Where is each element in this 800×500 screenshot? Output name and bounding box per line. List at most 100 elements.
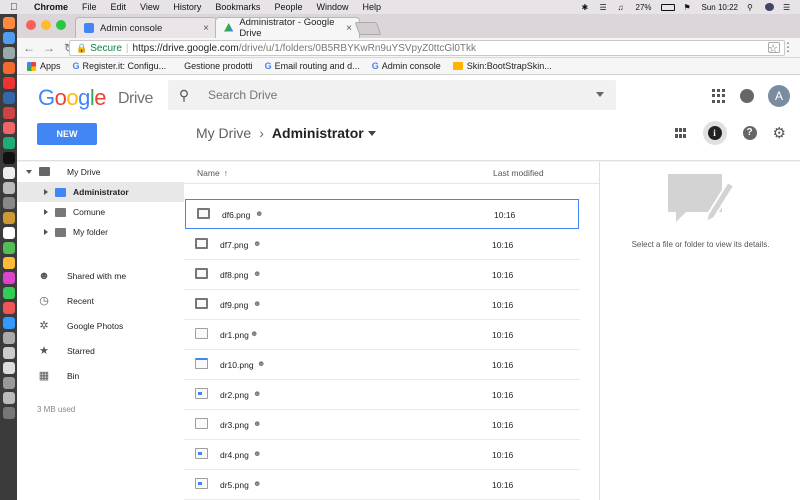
close-tab-icon[interactable]: × bbox=[203, 23, 209, 34]
dock-app-icon[interactable] bbox=[3, 182, 15, 194]
file-row[interactable]: df6.png ☻ 10:16 bbox=[185, 199, 579, 229]
sidebar-item-my-drive[interactable]: My Drive bbox=[17, 162, 184, 182]
expand-arrow-icon[interactable] bbox=[44, 209, 48, 215]
menu-app-chrome[interactable]: Chrome bbox=[34, 2, 68, 12]
tab-google-drive[interactable]: Administrator - Google Drive × bbox=[215, 17, 360, 39]
dock-app-icon[interactable] bbox=[3, 17, 15, 29]
extension-icon[interactable] bbox=[768, 42, 780, 53]
search-input[interactable] bbox=[208, 88, 578, 102]
chrome-menu-icon[interactable]: ⋮ bbox=[782, 40, 794, 54]
google-apps-icon[interactable] bbox=[712, 89, 726, 103]
dock-app-icon[interactable] bbox=[3, 107, 15, 119]
new-button[interactable]: NEW bbox=[37, 123, 97, 145]
dock-app-icon[interactable] bbox=[3, 62, 15, 74]
dock-app-icon[interactable] bbox=[3, 92, 15, 104]
spotlight-icon[interactable]: ⚲ bbox=[747, 3, 756, 12]
sidebar-item-starred[interactable]: ★ Starred bbox=[17, 341, 184, 361]
menu-view[interactable]: View bbox=[140, 2, 159, 12]
file-row[interactable]: dr3.png ☻ 10:16 bbox=[184, 410, 580, 440]
battery-icon[interactable] bbox=[660, 3, 675, 11]
sidebar-item-google-photos[interactable]: ✲ Google Photos bbox=[17, 316, 184, 336]
collapse-arrow-icon[interactable] bbox=[26, 170, 32, 174]
folder-menu-dropdown-icon[interactable] bbox=[367, 130, 376, 136]
dock-app-icon[interactable] bbox=[3, 317, 15, 329]
minimize-window-button[interactable] bbox=[41, 20, 51, 30]
breadcrumb-my-drive[interactable]: My Drive bbox=[196, 125, 251, 141]
sidebar-item-comune[interactable]: Comune bbox=[17, 202, 184, 222]
dock-app-icon[interactable] bbox=[3, 332, 15, 344]
apple-menu-icon[interactable]:  bbox=[10, 2, 20, 13]
menu-help[interactable]: Help bbox=[362, 2, 381, 12]
dock-app-icon[interactable] bbox=[3, 137, 15, 149]
dock-app-icon[interactable] bbox=[3, 257, 15, 269]
expand-arrow-icon[interactable] bbox=[44, 189, 48, 195]
address-bar[interactable]: 🔒 Secure | https://drive.google.com/driv… bbox=[69, 40, 785, 56]
close-tab-icon[interactable]: × bbox=[346, 23, 352, 34]
details-info-button[interactable]: i bbox=[702, 121, 727, 145]
tab-admin-console[interactable]: Admin console × bbox=[75, 17, 217, 38]
file-row[interactable]: df9.png ☻ 10:16 bbox=[184, 290, 580, 320]
menu-bookmarks[interactable]: Bookmarks bbox=[215, 2, 260, 12]
new-tab-button[interactable] bbox=[354, 22, 382, 35]
file-row[interactable]: dr5.png ☻ 10:16 bbox=[184, 470, 580, 500]
bluetooth-icon[interactable]: ✱ bbox=[582, 3, 591, 12]
file-row[interactable]: df8.png ☻ 10:16 bbox=[184, 260, 580, 290]
dock-app-icon[interactable] bbox=[3, 377, 15, 389]
expand-arrow-icon[interactable] bbox=[44, 229, 48, 235]
file-row[interactable]: dr2.png ☻ 10:16 bbox=[184, 380, 580, 410]
wifi-icon[interactable]: ☰ bbox=[600, 3, 609, 12]
menu-window[interactable]: Window bbox=[316, 2, 348, 12]
dock-app-icon[interactable] bbox=[3, 407, 15, 419]
file-row[interactable]: dr4.png ☻ 10:16 bbox=[184, 440, 580, 470]
sidebar-item-shared-with-me[interactable]: ☻ Shared with me bbox=[17, 266, 184, 286]
menu-edit[interactable]: Edit bbox=[111, 2, 127, 12]
storage-usage[interactable]: 3 MB used bbox=[37, 405, 75, 414]
file-row[interactable]: df7.png ☻ 10:16 bbox=[184, 230, 580, 260]
sidebar-item-recent[interactable]: ◷ Recent bbox=[17, 291, 184, 311]
dock-app-icon[interactable] bbox=[3, 302, 15, 314]
forward-arrow-icon[interactable]: → bbox=[41, 41, 57, 55]
sidebar-item-my-folder[interactable]: My folder bbox=[17, 222, 184, 242]
bookmark-admin-console[interactable]: G Admin console bbox=[372, 61, 441, 71]
breadcrumb-current-folder[interactable]: Administrator bbox=[272, 125, 364, 141]
dock-app-icon[interactable] bbox=[3, 197, 15, 209]
dock-app-icon[interactable] bbox=[3, 47, 15, 59]
sidebar-item-bin[interactable]: ▦ Bin bbox=[17, 366, 184, 386]
grid-view-icon[interactable] bbox=[674, 128, 687, 138]
clock[interactable]: Sun 10:22 bbox=[702, 3, 738, 12]
zoom-window-button[interactable] bbox=[56, 20, 66, 30]
account-avatar[interactable]: A bbox=[768, 85, 790, 107]
dock-app-icon[interactable] bbox=[3, 392, 15, 404]
back-arrow-icon[interactable]: ← bbox=[21, 41, 37, 55]
bookmark-skin-bootstrap[interactable]: Skin:BootStrapSkin... bbox=[452, 61, 552, 71]
dock-app-icon[interactable] bbox=[3, 77, 15, 89]
notifications-bell-icon[interactable] bbox=[740, 89, 754, 103]
notification-center-icon[interactable]: ☰ bbox=[783, 3, 792, 12]
dock-app-icon[interactable] bbox=[3, 32, 15, 44]
dock-app-icon[interactable] bbox=[3, 242, 15, 254]
sidebar-item-administrator[interactable]: Administrator bbox=[17, 182, 184, 202]
dock-app-icon[interactable] bbox=[3, 287, 15, 299]
sort-by-name-header[interactable]: Name ↑ bbox=[197, 168, 228, 178]
dock-app-icon[interactable] bbox=[3, 347, 15, 359]
dock-app-icon[interactable] bbox=[3, 152, 15, 164]
flag-icon[interactable]: ⚑ bbox=[684, 3, 693, 12]
bookmark-gestione-prodotti[interactable]: Gestione prodotti bbox=[184, 61, 253, 71]
close-window-button[interactable] bbox=[26, 20, 36, 30]
dock-app-icon[interactable] bbox=[3, 362, 15, 374]
bookmark-register-it[interactable]: G Register.it: Configu... bbox=[73, 61, 167, 71]
menu-history[interactable]: History bbox=[173, 2, 201, 12]
dock-app-icon[interactable] bbox=[3, 122, 15, 134]
dock-app-icon[interactable] bbox=[3, 212, 15, 224]
menu-file[interactable]: File bbox=[82, 2, 97, 12]
menu-people[interactable]: People bbox=[274, 2, 302, 12]
search-options-dropdown-icon[interactable] bbox=[596, 92, 604, 97]
battery-percent[interactable]: 27% bbox=[636, 3, 652, 12]
dock-app-icon[interactable] bbox=[3, 167, 15, 179]
settings-gear-icon[interactable]: ⚙ bbox=[773, 124, 786, 142]
last-modified-header[interactable]: Last modified bbox=[493, 168, 544, 178]
dock-app-icon[interactable] bbox=[3, 272, 15, 284]
volume-icon[interactable]: ♫ bbox=[618, 3, 627, 12]
bookmark-apps[interactable]: Apps bbox=[27, 61, 61, 71]
file-row[interactable]: dr10.png ☻ 10:16 bbox=[184, 350, 580, 380]
